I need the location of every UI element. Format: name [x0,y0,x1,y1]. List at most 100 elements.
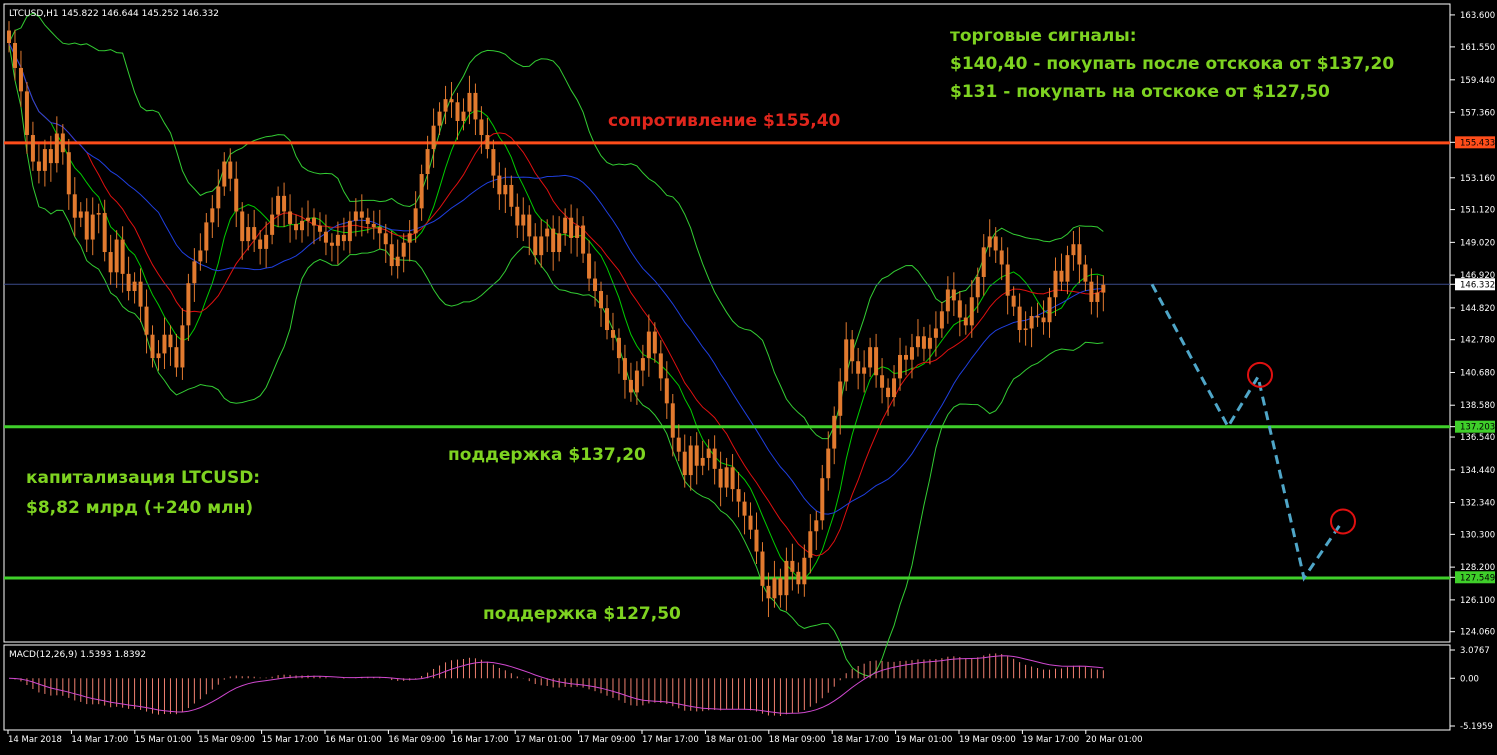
candle-body [1005,264,1010,296]
candle-body [682,451,687,476]
candle-body [78,211,83,218]
candle-body [1089,281,1094,302]
candle-body [198,250,203,262]
candle-body [951,289,956,301]
candle-body [156,353,161,359]
support-2-label: поддержка $127,50 [483,604,681,624]
y-tick-label: 127.549 [1460,573,1495,583]
candle-body [114,239,119,273]
candle-body [42,149,47,171]
x-tick-label: 18 Mar 17:00 [832,735,889,745]
candle-body [1101,284,1106,293]
candle-body [820,478,825,521]
candle-body [957,300,962,318]
y-tick-label: 151.120 [1460,206,1495,216]
candle-body [491,149,496,176]
candle-body [240,211,245,242]
candle-body [204,222,209,251]
candle-body [575,225,580,238]
candle-body [335,234,340,246]
candle-body [796,571,801,585]
candle-body [593,278,598,292]
candle-body [395,256,400,267]
candle-body [329,242,334,246]
candle-body [12,42,17,68]
macd-tick-label: 3.0767 [1460,646,1490,656]
candle-body [317,225,322,232]
candle-body [270,214,275,235]
candle-body [939,311,944,329]
candle-body [168,334,173,348]
signal-2: $131 - покупать на отскоке от $127,50 [950,82,1330,102]
candle-body [210,208,215,223]
price-chart[interactable]: 163.600 161.550 159.440 157.360 155.433 153.1… [0,0,1497,751]
candle-body [1071,244,1076,256]
candle-body [60,133,65,153]
x-tick-label: 17 Mar 01:00 [515,735,572,745]
candle-body [90,214,95,240]
candle-body [473,92,478,120]
candle-body [1065,255,1070,282]
x-tick-label: 16 Mar 17:00 [452,735,509,745]
candle-body [102,213,107,253]
candle-body [485,135,490,150]
candle-body [790,560,795,572]
candle-body [862,367,867,374]
price-axis: 163.600 161.550 159.440 157.360 155.433 153.1… [1450,11,1495,638]
candle-body [963,317,968,326]
candle-body [599,291,604,309]
candle-body [616,337,621,359]
candle-body [276,195,281,215]
candle-body [754,529,759,552]
candle-body [826,448,831,479]
y-tick-label: 140.680 [1460,368,1495,378]
candle-body [449,99,454,103]
candle-body [694,445,699,466]
candle-body [724,467,729,488]
y-tick-label: 137.203 [1460,423,1495,433]
candle-body [904,354,908,360]
candle-body [718,468,723,488]
candle-body [981,247,986,277]
candle-body [479,119,484,136]
candle-body [84,211,89,240]
candle-body [640,358,645,371]
candle-body [341,234,346,242]
candle-body [216,186,221,209]
y-tick-label: 126.100 [1460,596,1495,606]
candle-body [389,244,394,267]
candle-body [1023,328,1028,331]
candle-body [563,217,568,234]
candle-body [36,161,41,171]
candle-body [545,228,550,237]
candle-body [921,336,926,349]
candle-body [258,239,263,249]
candle-body [1083,264,1088,282]
forecast-polyline [1150,283,1343,582]
cap-value: $8,82 млрд (+240 млн) [26,498,253,518]
x-tick-label: 19 Mar 09:00 [959,735,1016,745]
candle-body [999,250,1004,265]
candle-body [132,281,137,292]
candle-body [915,336,920,348]
candle-body [252,227,257,240]
candle-body [228,161,233,179]
support-1-label: поддержка $137,20 [448,445,646,465]
candle-body [431,125,436,150]
candle-body [886,387,891,398]
chart-root: 163.600 161.550 159.440 157.360 155.433 153.1… [0,0,1497,751]
candle-body [425,149,430,175]
candle-body [945,289,950,312]
y-tick-label: 163.600 [1460,11,1495,21]
macd-tick-label: -5.1959 [1460,722,1493,732]
candle-body [437,111,442,126]
y-tick-label: 134.440 [1460,466,1495,476]
candle-body [162,334,167,354]
x-tick-label: 17 Mar 17:00 [642,735,699,745]
candle-body [581,225,586,254]
y-tick-label: 142.780 [1460,336,1495,346]
y-tick-label: 153.160 [1460,174,1495,184]
candle-body [1017,306,1022,331]
candle-body [515,206,520,226]
macd-signal-line [8,655,1104,714]
